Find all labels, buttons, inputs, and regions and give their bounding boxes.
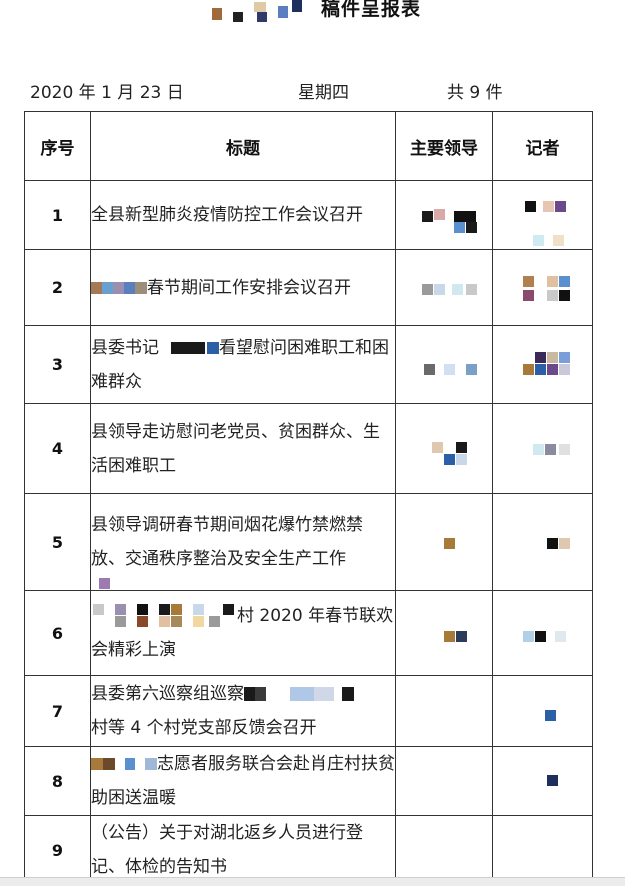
reporter-cell-redacted	[492, 325, 593, 404]
reporter-cell-empty	[492, 815, 593, 885]
redacted-name-mosaic	[244, 687, 354, 701]
row-title: 志愿者服务联合会赴肖庄村扶贫助困送温暖	[90, 746, 396, 816]
row-number: 6	[24, 590, 91, 676]
reporter-cell-redacted	[492, 590, 593, 676]
row-title: 村 2020 年春节联欢会精彩上演	[90, 590, 396, 676]
row-number: 1	[24, 180, 91, 250]
column-header-number: 序号	[24, 111, 91, 181]
leader-cell-redacted	[395, 590, 493, 676]
leader-cell-empty	[395, 815, 493, 885]
row-number: 9	[24, 815, 91, 885]
reporter-cell-redacted	[492, 180, 593, 250]
row-number: 4	[24, 403, 91, 494]
redacted-name-mosaic	[92, 604, 238, 628]
row-title-text: 县领导调研春节期间烟花爆竹禁燃禁放、交通秩序整治及安全生产工作	[91, 515, 364, 569]
leader-cell-redacted	[395, 493, 493, 591]
column-header-title: 标题	[90, 111, 396, 181]
reporter-cell-redacted	[492, 746, 593, 816]
reporter-cell-redacted	[492, 403, 593, 494]
row-title: 县委第六巡察组巡察村等 4 个村党支部反馈会召开	[90, 675, 396, 747]
row-title-text: 县委书记	[91, 337, 160, 358]
reporter-cell-redacted	[492, 675, 593, 747]
table-row: 3 县委书记 看望慰问困难职工和困难群众	[24, 325, 593, 404]
row-number: 7	[24, 675, 91, 747]
row-title: 县委书记 看望慰问困难职工和困难群众	[90, 325, 396, 404]
row-number: 8	[24, 746, 91, 816]
table-row: 5 县领导调研春节期间烟花爆竹禁燃禁放、交通秩序整治及安全生产工作	[24, 493, 593, 591]
row-title: 县领导调研春节期间烟花爆竹禁燃禁放、交通秩序整治及安全生产工作	[90, 493, 396, 591]
table-row: 9 （公告）关于对湖北返乡人员进行登记、体检的告知书	[24, 815, 593, 885]
column-header-reporter: 记者	[492, 111, 593, 181]
report-weekday: 星期四	[298, 83, 349, 103]
report-count: 共 9 件	[447, 83, 503, 103]
redacted-name-mosaic	[91, 758, 157, 770]
row-title-text: （公告）关于对湖北返乡人员进行登记、体检的告知书	[91, 823, 364, 877]
leader-cell-redacted	[395, 403, 493, 494]
table-row: 8 志愿者服务联合会赴肖庄村扶贫助困送温暖	[24, 746, 593, 816]
row-title-text: 县领导走访慰问老党员、贫困群众、生活困难职工	[91, 421, 381, 476]
reporter-cell-redacted	[492, 249, 593, 326]
row-title-text: 全县新型肺炎疫情防控工作会议召开	[91, 205, 364, 225]
row-title-text: 春节期间工作安排会议召开	[147, 277, 351, 298]
table-row: 1 全县新型肺炎疫情防控工作会议召开	[24, 180, 593, 250]
row-title: 春节期间工作安排会议召开	[90, 249, 396, 326]
report-table: 序号 标题 主要领导 记者 1 全县新型肺炎疫情防控工作会议召开 2 春节期间工…	[24, 111, 593, 885]
leader-cell-empty	[395, 746, 493, 816]
leader-cell-empty	[395, 675, 493, 747]
report-header: 稿件呈报表	[0, 0, 625, 30]
row-title: 全县新型肺炎疫情防控工作会议召开	[90, 180, 396, 250]
page-title: 稿件呈报表	[321, 0, 422, 20]
row-title: 县领导走访慰问老党员、贫困群众、生活困难职工	[90, 403, 396, 494]
row-title-text: 县委第六巡察组巡察	[91, 684, 245, 704]
table-row: 2 春节期间工作安排会议召开	[24, 249, 593, 326]
report-date: 2020 年 1 月 23 日	[30, 83, 184, 103]
leader-cell-redacted	[395, 180, 493, 250]
redacted-name-mosaic	[161, 341, 219, 354]
redacted-name-mosaic	[91, 281, 147, 294]
row-title-tail: 村等 4 个村党支部反馈会召开	[91, 718, 317, 738]
leader-cell-redacted	[395, 249, 493, 326]
column-header-leader: 主要领导	[395, 111, 493, 181]
redaction-fragment	[99, 578, 110, 589]
table-row: 4 县领导走访慰问老党员、贫困群众、生活困难职工	[24, 403, 593, 494]
row-title: （公告）关于对湖北返乡人员进行登记、体检的告知书	[90, 815, 396, 885]
row-number: 5	[24, 493, 91, 591]
table-header-row: 序号 标题 主要领导 记者	[24, 111, 593, 181]
row-number: 3	[24, 325, 91, 404]
table-row: 6 村 2020 年春节联欢会精彩上演	[24, 590, 593, 676]
leader-cell-redacted	[395, 325, 493, 404]
table-row: 7 县委第六巡察组巡察村等 4 个村党支部反馈会召开	[24, 675, 593, 747]
reporter-cell-redacted	[492, 493, 593, 591]
row-number: 2	[24, 249, 91, 326]
